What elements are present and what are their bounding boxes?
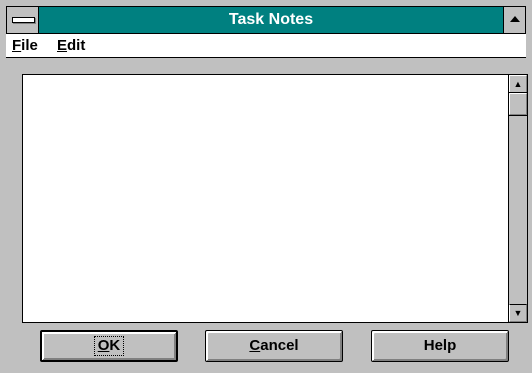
up-arrow-icon: ▲ <box>513 79 523 89</box>
system-menu-button[interactable] <box>7 7 39 33</box>
window-title: Task Notes <box>228 11 314 28</box>
cancel-button[interactable]: Cancel <box>205 330 343 362</box>
help-button-label: Help <box>423 337 457 354</box>
down-arrow-icon: ▼ <box>513 308 523 318</box>
vertical-scrollbar[interactable]: ▲ ▼ <box>508 74 528 323</box>
system-menu-icon <box>12 17 35 23</box>
maximize-button[interactable] <box>503 7 525 33</box>
title-bar[interactable]: Task Notes <box>6 6 526 34</box>
notes-text-area[interactable] <box>22 74 512 323</box>
maximize-icon <box>510 16 520 22</box>
notes-content[interactable] <box>23 75 511 322</box>
menu-file[interactable]: File <box>12 37 38 54</box>
ok-button-label: OK <box>93 336 125 357</box>
cancel-button-label: Cancel <box>249 337 299 354</box>
help-button[interactable]: Help <box>371 330 509 362</box>
ok-button[interactable]: OK <box>40 330 178 362</box>
scroll-thumb[interactable] <box>508 92 528 116</box>
scroll-up-button[interactable]: ▲ <box>509 75 527 93</box>
menu-edit[interactable]: Edit <box>57 37 85 54</box>
scroll-down-button[interactable]: ▼ <box>509 304 527 322</box>
menu-bar: File Edit <box>6 34 526 58</box>
